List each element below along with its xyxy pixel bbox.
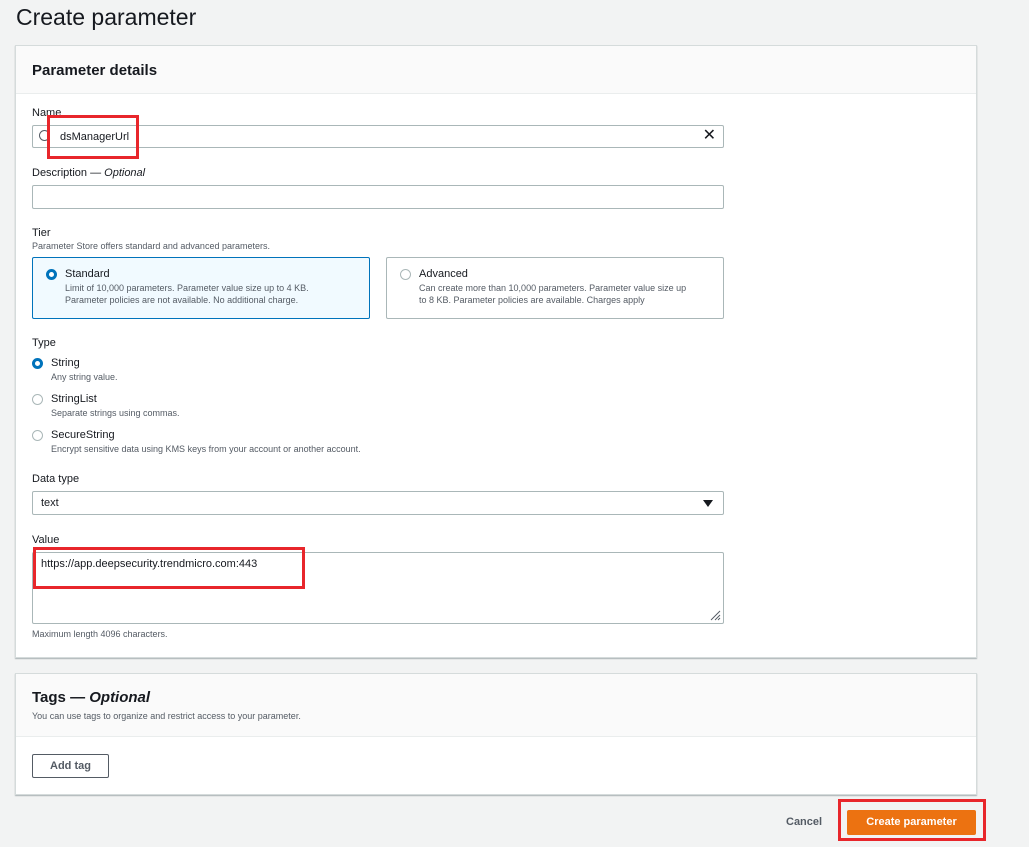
tags-panel: Tags — Optional You can use tags to orga… xyxy=(15,673,977,795)
clear-icon[interactable]: ✕ xyxy=(703,128,716,144)
panel-title: Parameter details xyxy=(32,62,158,79)
tier-standard-tile[interactable]: Standard Limit of 10,000 parameters. Par… xyxy=(32,257,370,319)
panel-header: Parameter details xyxy=(16,46,976,94)
type-securestring-title[interactable]: SecureString xyxy=(51,429,115,441)
type-securestring-radio[interactable] xyxy=(32,430,43,441)
description-optional: Optional xyxy=(104,167,146,179)
type-stringlist-desc: Separate strings using commas. xyxy=(51,408,180,418)
tags-title: Tags — Optional xyxy=(32,689,150,706)
name-label: Name xyxy=(32,107,62,119)
tier-standard-radio[interactable] xyxy=(46,269,57,280)
type-stringlist-title[interactable]: StringList xyxy=(51,393,97,405)
create-parameter-label: Create parameter xyxy=(866,816,957,828)
tier-advanced-tile[interactable]: Advanced Can create more than 10,000 par… xyxy=(386,257,724,319)
page-title: Create parameter xyxy=(16,4,197,30)
add-tag-label: Add tag xyxy=(50,760,91,772)
name-input[interactable]: dsManagerUrl ✕ xyxy=(32,125,724,148)
tier-helper: Parameter Store offers standard and adva… xyxy=(32,241,270,251)
cancel-button[interactable]: Cancel xyxy=(786,816,822,828)
type-string-radio[interactable] xyxy=(32,358,43,369)
data-type-value: text xyxy=(41,497,59,509)
type-string-desc: Any string value. xyxy=(51,372,118,382)
tags-title-text: Tags — xyxy=(32,689,90,706)
name-value: dsManagerUrl xyxy=(60,131,130,143)
tier-standard-desc-2: Parameter policies are not available. No… xyxy=(65,295,299,305)
value-textarea[interactable]: https://app.deepsecurity.trendmicro.com:… xyxy=(32,552,724,624)
type-label: Type xyxy=(32,337,56,349)
description-label-text: Description — xyxy=(32,167,105,179)
add-tag-button[interactable]: Add tag xyxy=(32,754,109,778)
tier-standard-desc-1: Limit of 10,000 parameters. Parameter va… xyxy=(65,283,309,293)
type-stringlist-radio[interactable] xyxy=(32,394,43,405)
value-text: https://app.deepsecurity.trendmicro.com:… xyxy=(41,558,258,570)
data-type-select[interactable]: text xyxy=(32,491,724,515)
search-icon xyxy=(39,130,50,141)
tier-label: Tier xyxy=(32,227,51,239)
create-parameter-button[interactable]: Create parameter xyxy=(847,810,976,835)
caret-down-icon xyxy=(703,500,713,507)
value-helper: Maximum length 4096 characters. xyxy=(32,629,168,639)
tier-advanced-title: Advanced xyxy=(419,268,468,280)
type-string-title[interactable]: String xyxy=(51,357,80,369)
tier-advanced-radio[interactable] xyxy=(400,269,411,280)
tags-panel-header: Tags — Optional You can use tags to orga… xyxy=(16,674,976,737)
description-input[interactable] xyxy=(32,185,724,209)
type-securestring-desc: Encrypt sensitive data using KMS keys fr… xyxy=(51,444,361,454)
description-label: Description — Optional xyxy=(32,167,145,179)
tags-title-optional: Optional xyxy=(89,689,151,706)
tags-helper: You can use tags to organize and restric… xyxy=(32,711,301,721)
value-label: Value xyxy=(32,534,60,546)
tier-standard-title: Standard xyxy=(65,268,110,280)
resize-handle-icon[interactable] xyxy=(709,609,721,621)
data-type-label: Data type xyxy=(32,473,80,485)
tier-advanced-desc-1: Can create more than 10,000 parameters. … xyxy=(419,283,687,293)
tier-advanced-desc-2: to 8 KB. Parameter policies are availabl… xyxy=(419,295,645,305)
